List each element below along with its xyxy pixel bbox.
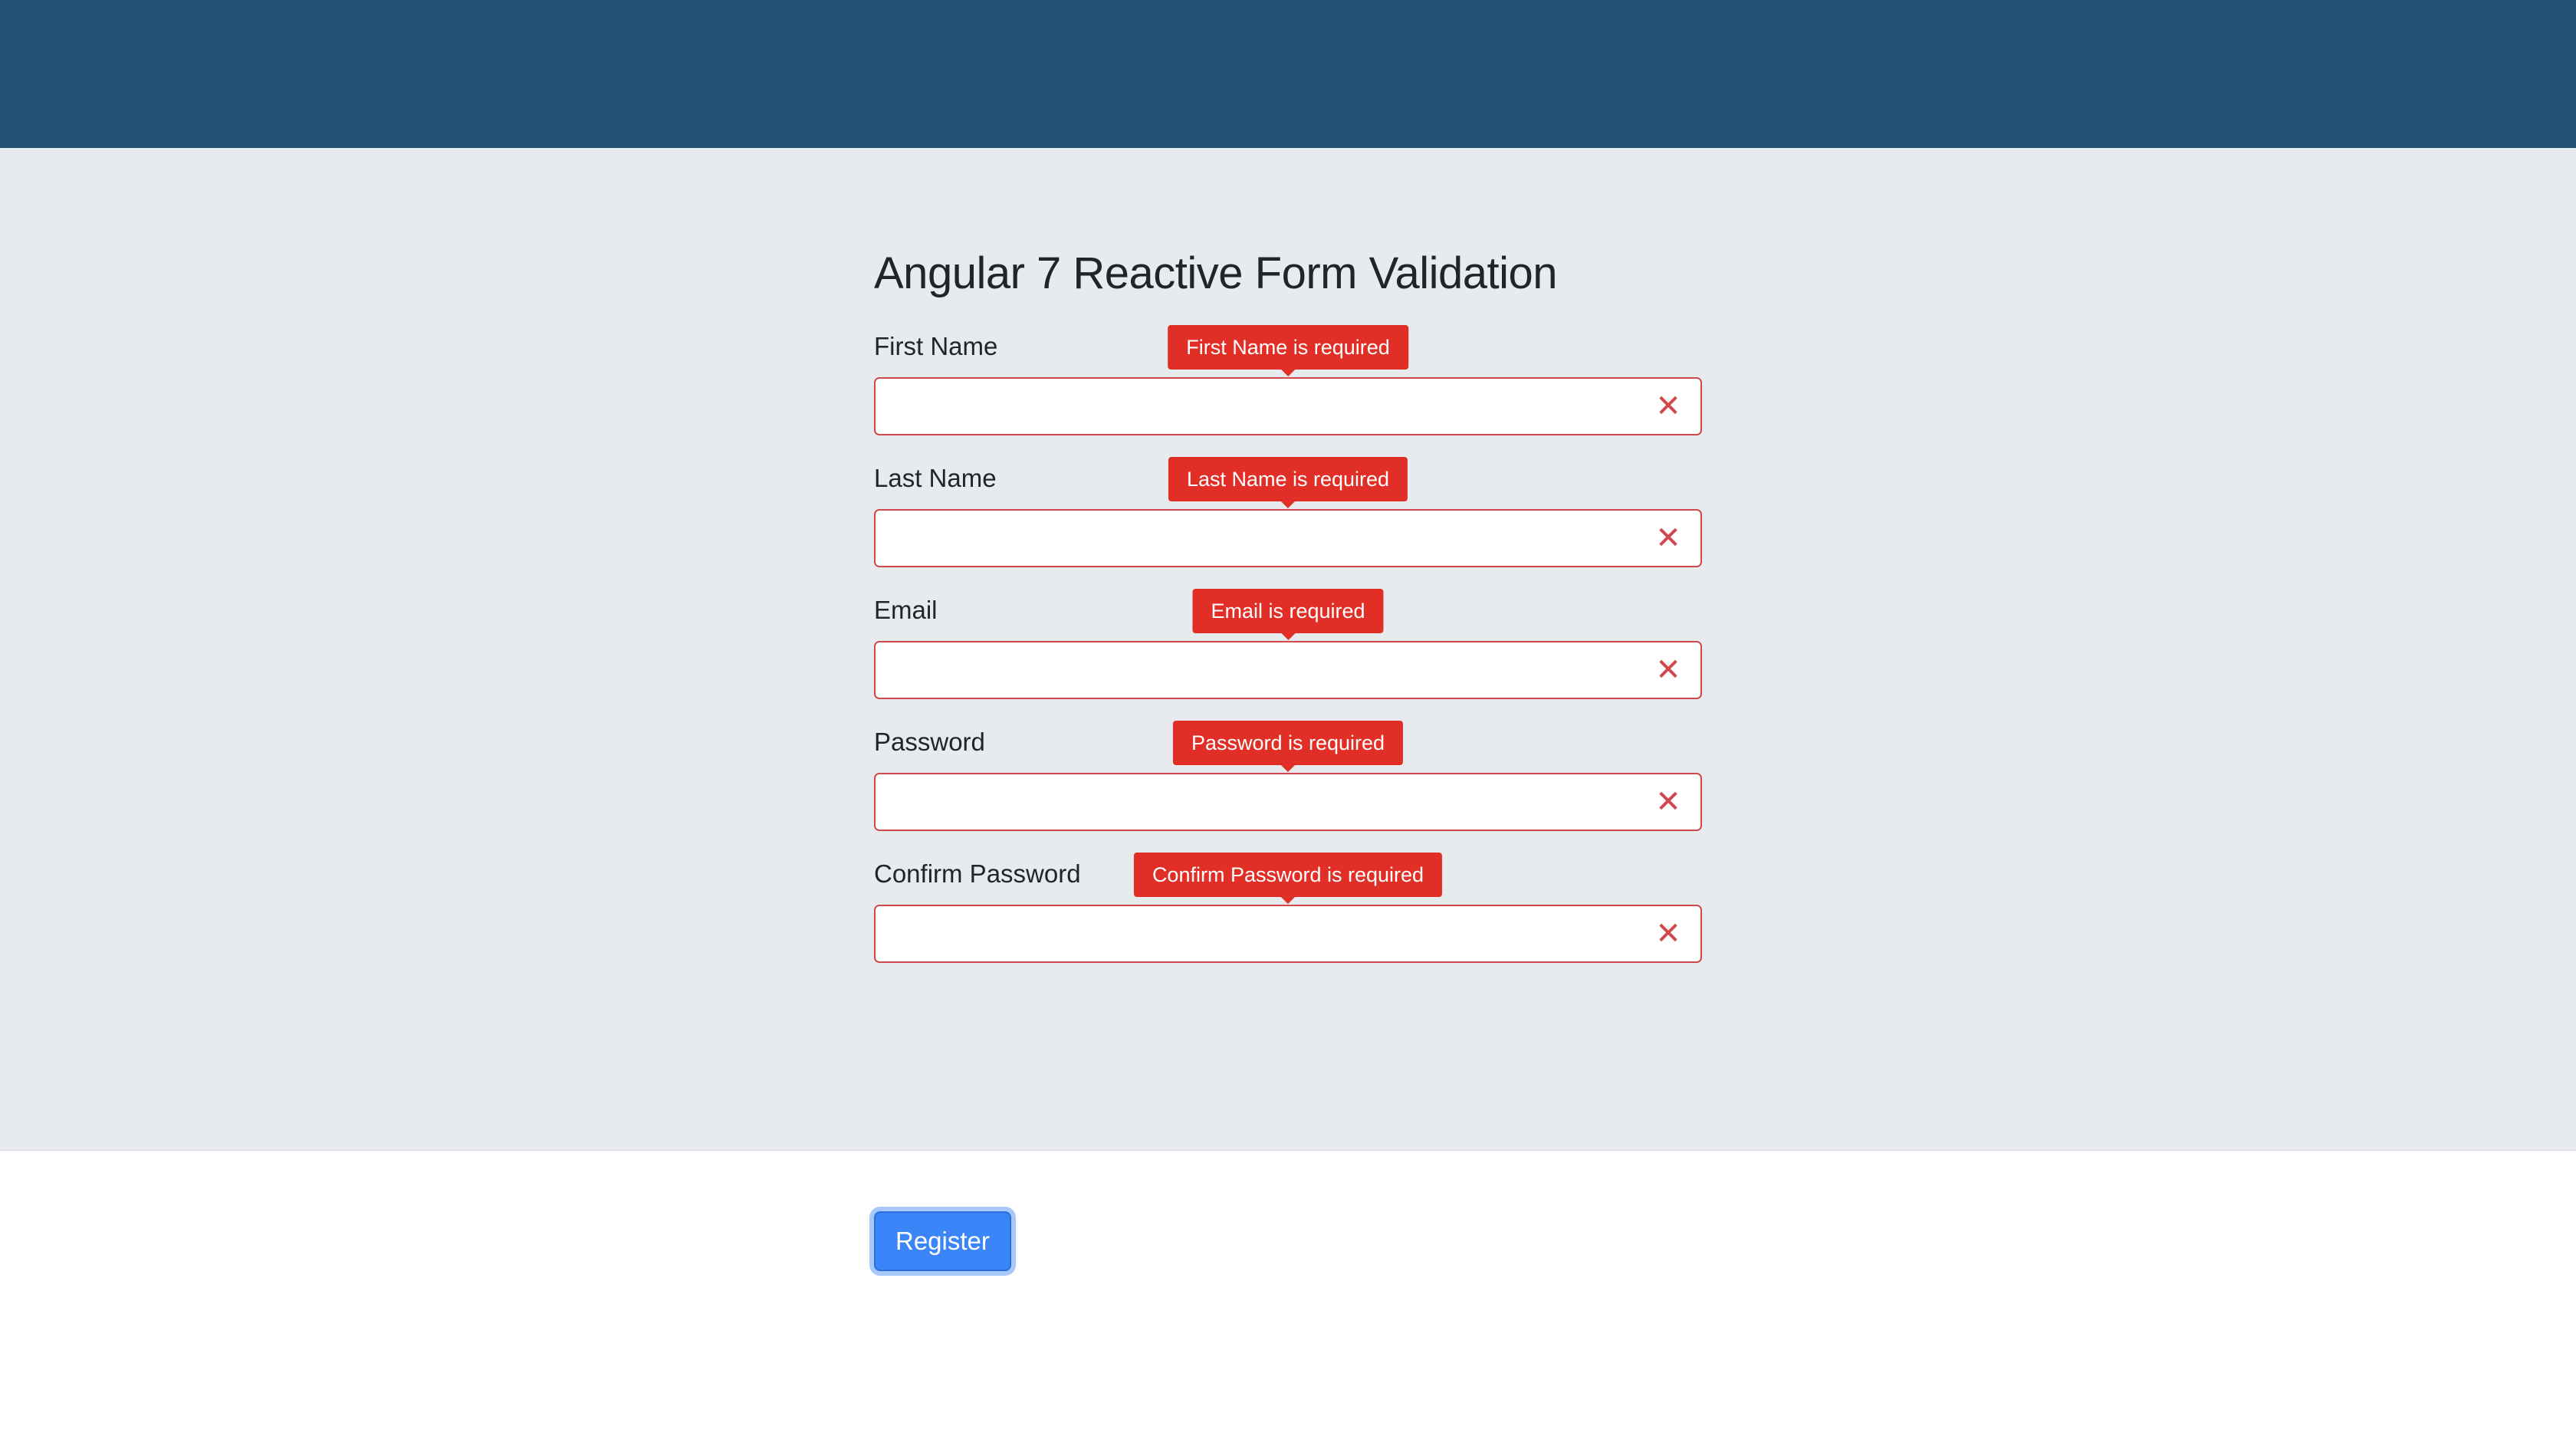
field-confirm-password: Confirm Password Confirm Password is req… <box>874 853 1702 984</box>
field-email: Email Email is required ✕ <box>874 589 1702 721</box>
last-name-input[interactable] <box>876 511 1642 566</box>
first-name-input-box[interactable]: ✕ <box>874 377 1702 435</box>
last-name-error-tooltip: Last Name is required <box>1168 457 1408 508</box>
confirm-password-error-tooltip: Confirm Password is required <box>1133 853 1443 904</box>
last-name-label: Last Name <box>874 464 997 492</box>
close-icon: ✕ <box>1655 389 1681 423</box>
password-input-box[interactable]: ✕ <box>874 773 1702 831</box>
registration-form: Angular 7 Reactive Form Validation First… <box>874 244 1702 1271</box>
last-name-input-box[interactable]: ✕ <box>874 509 1702 567</box>
password-error-tooltip: Password is required <box>1172 721 1404 772</box>
email-error-tooltip: Email is required <box>1192 589 1384 640</box>
password-label: Password <box>874 728 985 756</box>
close-icon: ✕ <box>1655 917 1681 951</box>
close-icon: ✕ <box>1655 653 1681 687</box>
field-password: Password Password is required ✕ <box>874 721 1702 853</box>
close-icon: ✕ <box>1655 785 1681 819</box>
confirm-password-label: Confirm Password <box>874 859 1081 888</box>
register-button[interactable]: Register <box>874 1211 1011 1271</box>
email-input[interactable] <box>876 642 1642 698</box>
header-bar <box>0 0 2576 148</box>
confirm-password-input-box[interactable]: ✕ <box>874 905 1702 963</box>
first-name-input[interactable] <box>876 379 1642 434</box>
page-title: Angular 7 Reactive Form Validation <box>874 248 1558 298</box>
email-label: Email <box>874 596 938 624</box>
first-name-label: First Name <box>874 332 998 360</box>
field-last-name: Last Name Last Name is required ✕ <box>874 457 1702 589</box>
field-first-name: First Name First Name is required ✕ <box>874 325 1702 457</box>
confirm-password-input[interactable] <box>876 906 1642 961</box>
password-input[interactable] <box>876 774 1642 830</box>
email-input-box[interactable]: ✕ <box>874 641 1702 699</box>
close-icon: ✕ <box>1655 521 1681 555</box>
first-name-error-tooltip: First Name is required <box>1168 325 1408 376</box>
